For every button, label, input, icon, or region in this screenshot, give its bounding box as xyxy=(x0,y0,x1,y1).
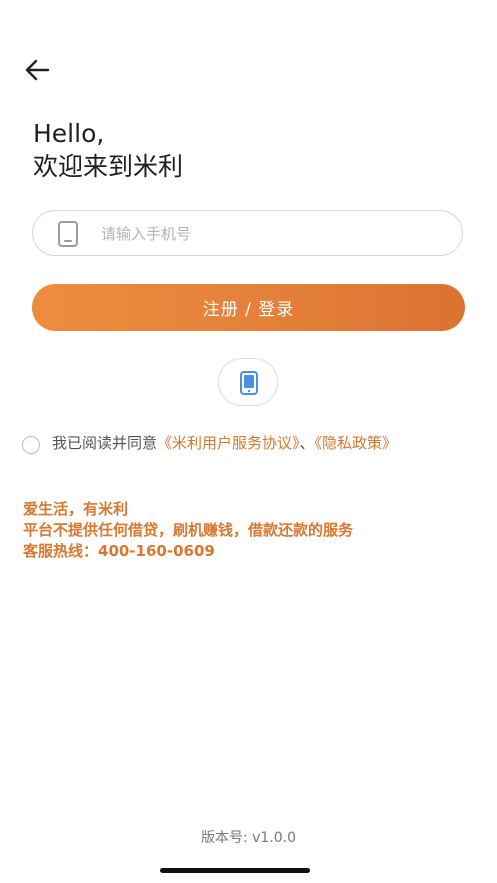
mobile-phone-icon xyxy=(240,371,258,395)
home-indicator[interactable] xyxy=(160,868,310,873)
version-label: 版本号: v1.0.0 xyxy=(200,830,297,846)
hotline: 客服热线：400-160-0609 xyxy=(23,542,215,560)
agreement-separator: 、 xyxy=(299,434,315,452)
agreement-text: 我已阅读并同意《米利用户服务协议》、《隐私政策》 xyxy=(52,432,472,455)
alt-login-button[interactable] xyxy=(218,358,278,406)
agreement-checkbox[interactable] xyxy=(22,436,40,454)
disclaimer: 平台不提供任何借贷，刷机赚钱，借款还款的服务 xyxy=(23,521,354,539)
arrow-left-icon xyxy=(25,59,50,81)
register-login-button[interactable]: 注册 / 登录 xyxy=(32,284,465,331)
greeting-hello: Hello, xyxy=(33,119,105,148)
phone-input[interactable] xyxy=(99,211,443,257)
privacy-policy-link[interactable]: 《隐私政策》 xyxy=(315,434,398,452)
agreement-prefix: 我已阅读并同意 xyxy=(52,434,158,452)
greeting-welcome: 欢迎来到米利 xyxy=(33,152,184,181)
slogan: 爱生活，有米利 xyxy=(23,500,129,518)
greeting: Hello, 欢迎来到米利 xyxy=(33,117,183,183)
user-agreement-link[interactable]: 《米利用户服务协议》 xyxy=(157,434,300,452)
phone-icon xyxy=(58,221,78,247)
back-button[interactable] xyxy=(22,56,52,84)
phone-field[interactable] xyxy=(32,210,463,257)
info-block: 爱生活，有米利 平台不提供任何借贷，刷机赚钱，借款还款的服务 客服热线：400-… xyxy=(23,499,353,562)
